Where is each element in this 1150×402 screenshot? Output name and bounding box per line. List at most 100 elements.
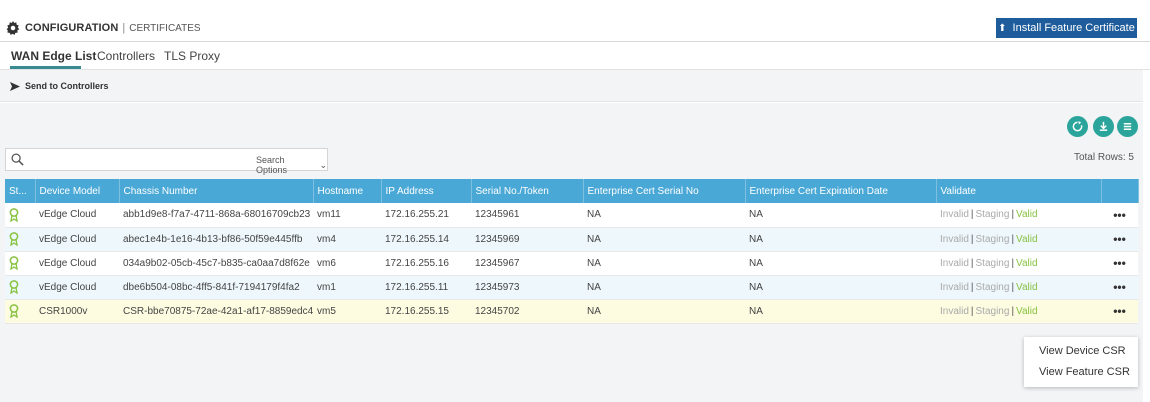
validate-invalid-option[interactable]: Invalid xyxy=(940,282,969,293)
cell-serial-token: 12345967 xyxy=(471,251,583,276)
cell-validate: Invalid | Staging | Valid xyxy=(936,251,1101,276)
wan-edge-table: St... Device Model Chassis Number Hostna… xyxy=(5,179,1139,324)
column-header-enterprise-cert-expiration[interactable]: Enterprise Cert Expiration Date xyxy=(745,179,937,203)
total-rows: Total Rows: 5 xyxy=(1073,152,1134,163)
menu-item-view-feature-csr[interactable]: View Feature CSR xyxy=(1039,366,1130,378)
table-header-row: St... Device Model Chassis Number Hostna… xyxy=(5,179,1139,203)
row-actions-button[interactable]: ••• xyxy=(1101,299,1138,324)
cell-device-model: vEdge Cloud xyxy=(35,203,119,228)
cell-chassis-number: abec1e4b-1e16-4b13-bf86-50f59e445ffb xyxy=(119,227,313,252)
row-context-menu: View Device CSR View Feature CSR xyxy=(1024,337,1138,387)
send-to-controllers-label: Send to Controllers xyxy=(25,81,109,91)
cell-serial-token: 12345969 xyxy=(471,227,583,252)
search-input[interactable] xyxy=(30,151,240,168)
validate-valid-option[interactable]: Valid xyxy=(1016,258,1038,269)
certificate-ribbon-icon xyxy=(9,280,19,294)
cell-cert-serial: NA xyxy=(583,299,745,324)
row-actions-button[interactable]: ••• xyxy=(1101,227,1138,252)
column-header-serial-token[interactable]: Serial No./Token xyxy=(471,179,584,203)
validate-invalid-option[interactable]: Invalid xyxy=(940,234,969,245)
column-header-enterprise-cert-serial[interactable]: Enterprise Cert Serial No xyxy=(583,179,746,203)
cell-hostname: vm6 xyxy=(313,251,381,276)
cell-cert-expiration: NA xyxy=(745,227,936,252)
table-row[interactable]: vEdge Cloud 034a9b02-05cb-45c7-b835-ca0a… xyxy=(5,251,1138,276)
refresh-icon xyxy=(1072,121,1083,132)
table-row[interactable]: vEdge Cloud abec1e4b-1e16-4b13-bf86-50f5… xyxy=(5,227,1138,252)
title-certificates: CERTIFICATES xyxy=(129,22,201,34)
cell-chassis-number: abb1d9e8-f7a7-4711-868a-68016709cb23 xyxy=(119,203,313,228)
certificate-ribbon-icon xyxy=(9,232,19,246)
validate-valid-option[interactable]: Valid xyxy=(1016,234,1038,245)
validate-staging-option[interactable]: Staging xyxy=(976,234,1010,245)
download-button[interactable] xyxy=(1093,116,1114,137)
cell-device-model: vEdge Cloud xyxy=(35,251,119,276)
validate-valid-option[interactable]: Valid xyxy=(1016,209,1038,220)
cell-hostname: vm4 xyxy=(313,227,381,252)
active-tab-indicator xyxy=(10,66,81,69)
column-header-hostname[interactable]: Hostname xyxy=(313,179,382,203)
search-icon xyxy=(11,153,24,166)
validate-invalid-option[interactable]: Invalid xyxy=(940,258,969,269)
validate-staging-option[interactable]: Staging xyxy=(976,258,1010,269)
validate-staging-option[interactable]: Staging xyxy=(976,306,1010,317)
cell-chassis-number: dbe6b504-08bc-4ff5-841f-7194179f4fa2 xyxy=(119,275,313,300)
cell-cert-expiration: NA xyxy=(745,275,936,300)
download-icon xyxy=(1099,121,1108,131)
row-actions-button[interactable]: ••• xyxy=(1101,275,1138,300)
validate-valid-option[interactable]: Valid xyxy=(1016,282,1038,293)
column-header-validate[interactable]: Validate xyxy=(936,179,1102,203)
search-options-dropdown[interactable]: Search Options ⌄ xyxy=(256,155,327,175)
row-actions-button[interactable]: ••• xyxy=(1101,251,1138,276)
cell-cert-expiration: NA xyxy=(745,299,936,324)
column-header-status[interactable]: St... xyxy=(5,179,36,203)
cell-hostname: vm5 xyxy=(313,299,381,324)
menu-item-view-device-csr[interactable]: View Device CSR xyxy=(1039,345,1126,357)
cell-device-model: vEdge Cloud xyxy=(35,227,119,252)
table-row[interactable]: vEdge Cloud abb1d9e8-f7a7-4711-868a-6801… xyxy=(5,203,1138,228)
column-header-device-model[interactable]: Device Model xyxy=(35,179,120,203)
certificate-ribbon-icon xyxy=(9,256,19,270)
cell-ip-address: 172.16.255.16 xyxy=(381,251,471,276)
validate-staging-option[interactable]: Staging xyxy=(976,282,1010,293)
cell-chassis-number: CSR-bbe70875-72ae-42a1-af17-8859edc47... xyxy=(119,299,313,324)
gear-icon xyxy=(6,21,20,35)
validate-separator: | xyxy=(1011,257,1015,269)
validate-invalid-option[interactable]: Invalid xyxy=(940,306,969,317)
action-bar: Send to Controllers xyxy=(0,70,1143,102)
top-bar: CONFIGURATION | CERTIFICATES ⬆︎ Install … xyxy=(0,0,1150,42)
cell-cert-expiration: NA xyxy=(745,251,936,276)
certificate-ribbon-icon xyxy=(9,207,19,222)
validate-invalid-option[interactable]: Invalid xyxy=(940,209,969,220)
table-menu-button[interactable] xyxy=(1117,116,1138,137)
upload-icon: ⬆︎ xyxy=(998,22,1007,34)
tab-wan-edge-list[interactable]: WAN Edge List xyxy=(11,49,96,63)
send-to-controllers-button[interactable]: Send to Controllers xyxy=(10,81,109,91)
validate-valid-option[interactable]: Valid xyxy=(1016,306,1038,317)
cell-ip-address: 172.16.255.21 xyxy=(381,203,471,228)
cell-serial-token: 12345961 xyxy=(471,203,583,228)
search-box: Search Options ⌄ xyxy=(5,148,328,175)
tab-controllers[interactable]: Controllers xyxy=(97,49,155,63)
title-separator: | xyxy=(122,22,126,34)
table-row[interactable]: CSR1000v CSR-bbe70875-72ae-42a1-af17-885… xyxy=(5,299,1138,324)
cell-ip-address: 172.16.255.14 xyxy=(381,227,471,252)
column-header-chassis-number[interactable]: Chassis Number xyxy=(119,179,314,203)
search-options-label: Search Options xyxy=(256,155,288,175)
cell-validate: Invalid | Staging | Valid xyxy=(936,299,1101,324)
validate-staging-option[interactable]: Staging xyxy=(976,209,1010,220)
cell-ip-address: 172.16.255.15 xyxy=(381,299,471,324)
tab-tls-proxy[interactable]: TLS Proxy xyxy=(164,49,220,63)
cell-device-model: vEdge Cloud xyxy=(35,275,119,300)
column-header-ip-address[interactable]: IP Address xyxy=(381,179,472,203)
refresh-button[interactable] xyxy=(1067,116,1088,137)
menu-icon xyxy=(1123,123,1132,130)
table-row[interactable]: vEdge Cloud dbe6b504-08bc-4ff5-841f-7194… xyxy=(5,275,1138,300)
row-actions-button[interactable]: ••• xyxy=(1101,203,1138,228)
validate-separator: | xyxy=(970,209,974,221)
title-configuration: CONFIGURATION xyxy=(25,22,119,34)
cell-hostname: vm1 xyxy=(313,275,381,300)
install-feature-certificate-button[interactable]: ⬆︎ Install Feature Certificate xyxy=(996,18,1137,38)
cell-cert-serial: NA xyxy=(583,275,745,300)
install-button-label: Install Feature Certificate xyxy=(1012,22,1135,34)
cell-cert-serial: NA xyxy=(583,227,745,252)
